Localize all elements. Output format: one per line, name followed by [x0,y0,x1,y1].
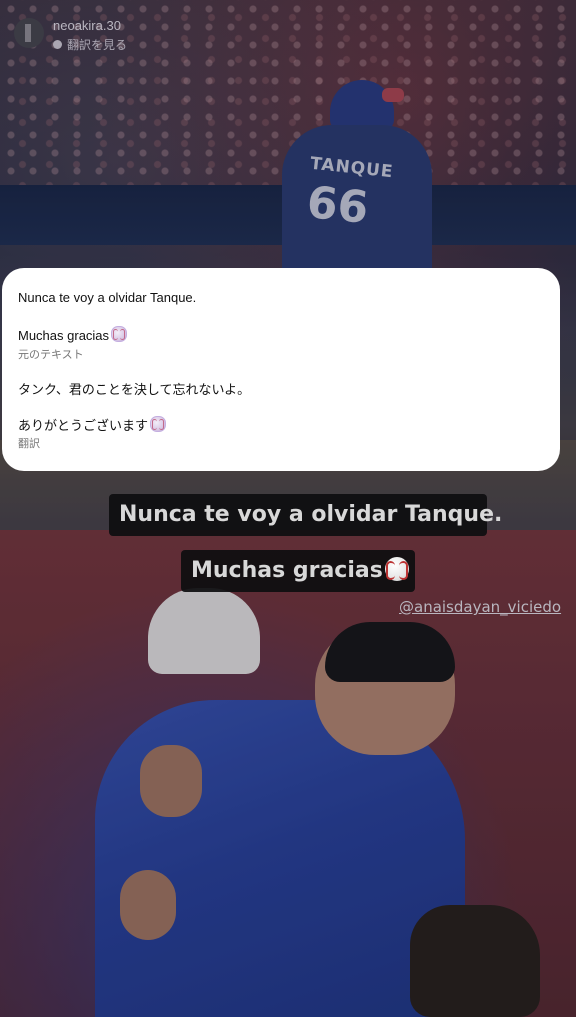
translated-text-label: 翻訳 [18,438,40,450]
see-translation-button[interactable]: 翻訳を見る [53,36,127,53]
translate-icon [53,40,62,49]
caption-line-2-text: Muchas gracias [191,558,383,583]
original-text-line2-label: Muchas gracias [18,328,110,343]
avatar[interactable] [14,18,44,48]
story-viewer[interactable]: TANQUE 66 neoakira.30 翻訳を見る Nunca te voy… [0,0,576,1017]
baseball-icon [150,416,167,432]
mention-tag[interactable]: @anaisdayan_viciedo [399,598,561,616]
see-translation-label: 翻訳を見る [67,38,128,52]
baseball-icon [384,557,409,581]
username[interactable]: neoakira.30 [53,18,121,33]
translation-card[interactable]: Nunca te voy a olvidar Tanque. Muchas gr… [2,268,560,471]
translated-text-line2-label: ありがとうございます [18,418,149,433]
original-text-line2: Muchas gracias [18,326,128,343]
baseball-icon [111,326,128,342]
translated-text-line2: ありがとうございます [18,415,167,434]
caption-line-2: Muchas gracias [181,550,415,592]
original-text-label: 元のテキスト [18,349,84,361]
caption-line-1: Nunca te voy a olvidar Tanque. [109,494,502,536]
translated-text-line1: タンク、君のことを決して忘れないよ。 [18,382,251,397]
original-text-line1: Nunca te voy a olvidar Tanque. [18,290,197,305]
